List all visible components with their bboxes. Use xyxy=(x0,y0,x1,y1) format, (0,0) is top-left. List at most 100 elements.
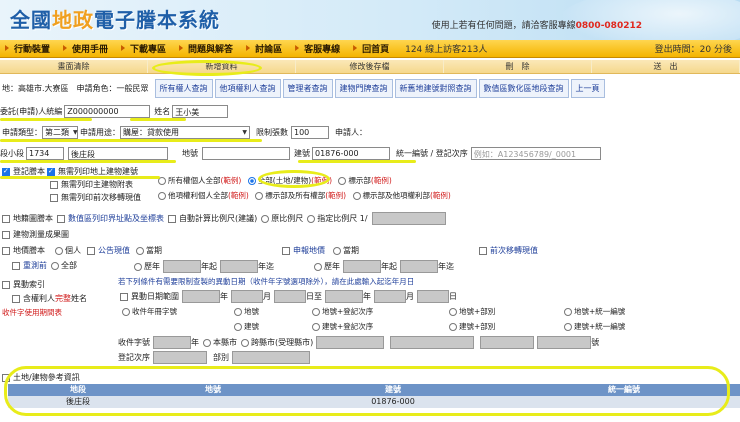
nav-faq[interactable]: 問題與解答 xyxy=(174,42,241,55)
submit-button[interactable]: 送 出 xyxy=(592,60,740,73)
nav-home[interactable]: 回首頁 xyxy=(348,42,397,55)
building-no-input[interactable]: 01876-000 xyxy=(312,147,390,160)
support-phone: 0800-080212 xyxy=(575,21,642,31)
name-input[interactable]: 王小美 xyxy=(172,105,229,118)
no-print-prev-value-checkbox[interactable] xyxy=(50,193,58,202)
nav-support[interactable]: 客服專線 xyxy=(290,42,348,55)
cell-section: 後庄段 xyxy=(66,397,90,406)
recv-word-select[interactable] xyxy=(390,336,475,349)
add-data-button[interactable]: 新增資料 xyxy=(148,60,296,73)
end-year-input[interactable] xyxy=(325,290,363,303)
owner-query-button[interactable]: 所有權人查詢 xyxy=(154,79,213,98)
history-radio[interactable] xyxy=(134,262,142,271)
start-month-input[interactable] xyxy=(231,290,263,303)
agent-id-input[interactable]: Z000000000 xyxy=(64,105,151,118)
nav-manual[interactable]: 使用手冊 xyxy=(58,42,116,55)
no-print-building-checkbox[interactable] xyxy=(47,167,55,176)
recv-num-start-input[interactable] xyxy=(480,336,535,349)
radio-mark-rights[interactable] xyxy=(352,192,361,200)
recv-period-link[interactable]: 收件字使用期間表 xyxy=(2,307,62,318)
history-end-input[interactable] xyxy=(220,260,258,273)
history-start-input[interactable] xyxy=(163,260,201,273)
auto-scale-checkbox[interactable] xyxy=(168,214,176,223)
clear-button[interactable]: 畫面清除 xyxy=(0,60,148,73)
radio-rights-all[interactable] xyxy=(158,192,166,200)
digital-section-query-button[interactable]: 數值區數化區地段查詢 xyxy=(478,79,569,98)
bldg-uid-radio[interactable] xyxy=(564,323,572,331)
radio-all-land-building[interactable] xyxy=(247,177,256,185)
table-row[interactable]: 後庄段 01876-000 xyxy=(8,396,740,408)
custom-scale-input[interactable] xyxy=(371,212,446,225)
lot-uid-radio[interactable] xyxy=(564,308,572,316)
nav-forum[interactable]: 討論區 xyxy=(241,42,290,55)
radio-owner-all[interactable] xyxy=(158,177,166,185)
bldg-part-radio[interactable] xyxy=(449,323,457,331)
delete-button[interactable]: 刪 除 xyxy=(444,60,592,73)
end-month-input[interactable] xyxy=(374,290,406,303)
radio-mark-owner[interactable] xyxy=(255,192,264,200)
transcript-checkbox[interactable] xyxy=(2,167,10,176)
agent-id-label: 委託(申請)人統編 xyxy=(0,107,63,116)
start-year-input[interactable] xyxy=(182,290,220,303)
prev-transfer-checkbox[interactable] xyxy=(479,246,487,255)
current2-radio[interactable] xyxy=(333,246,341,255)
order-input[interactable] xyxy=(153,351,207,364)
current-radio[interactable] xyxy=(136,246,144,255)
declared-price-checkbox[interactable] xyxy=(282,246,290,255)
recv-year-input[interactable] xyxy=(153,336,191,349)
result-table-header: 地段 地號 建號 統一編號 xyxy=(8,384,740,396)
change-index-checkbox[interactable] xyxy=(2,280,10,289)
recv-no-radio[interactable] xyxy=(122,308,130,316)
door-plate-query-button[interactable]: 建物門牌查詢 xyxy=(334,79,393,98)
purpose-select[interactable]: 購屋：貸款使用 ▼ xyxy=(120,126,250,139)
personal-radio[interactable] xyxy=(55,246,63,255)
old-new-lot-query-button[interactable]: 新舊地建號對照查詢 xyxy=(394,79,477,98)
history2-end-input[interactable] xyxy=(400,260,438,273)
nav-download[interactable]: 下載專區 xyxy=(116,42,174,55)
date-range-checkbox[interactable] xyxy=(120,292,128,301)
bldg-radio[interactable] xyxy=(234,323,242,331)
recv-num-end-input[interactable] xyxy=(537,336,592,349)
history2-radio[interactable] xyxy=(314,262,322,271)
section-name-input[interactable]: 後庄段 xyxy=(68,147,168,160)
limit-input[interactable]: 100 xyxy=(291,126,329,139)
nav-mobile[interactable]: 行動裝置 xyxy=(0,42,58,55)
save-edit-button[interactable]: 修改後存檔 xyxy=(296,60,444,73)
end-day-input[interactable] xyxy=(417,290,449,303)
bldg-order-radio[interactable] xyxy=(312,323,320,331)
cadastral-checkbox[interactable] xyxy=(2,214,10,223)
ref-checkbox[interactable] xyxy=(2,373,10,382)
lot-order-radio[interactable] xyxy=(312,308,320,316)
start-day-input[interactable] xyxy=(274,290,306,303)
manager-query-button[interactable]: 管理者查詢 xyxy=(282,79,333,98)
radio-mark-section[interactable] xyxy=(338,177,347,185)
site-logo[interactable]: 全國地政電子謄本系統 xyxy=(10,4,220,33)
original-scale-radio[interactable] xyxy=(261,214,270,223)
price-row-1: 地價謄本 個人 公告現值 當期 申報地價 當期 前次移轉現值 xyxy=(0,245,740,256)
section-code-input[interactable]: 1734 xyxy=(26,147,64,160)
owner-name-checkbox[interactable] xyxy=(12,294,20,303)
public-value-checkbox[interactable] xyxy=(87,246,95,255)
type-select[interactable]: 第二類 ▼ xyxy=(42,126,78,139)
cross-city-radio[interactable] xyxy=(241,338,249,347)
cross-city-select[interactable] xyxy=(316,336,385,349)
uid-input[interactable]: 例如：A123456789/_0001 xyxy=(470,147,601,160)
lot-part-radio[interactable] xyxy=(449,308,457,316)
rights-holder-query-button[interactable]: 他項權利人查詢 xyxy=(214,79,281,98)
no-print-attached-checkbox[interactable] xyxy=(50,180,58,189)
custom-scale-radio[interactable] xyxy=(307,214,316,223)
lot-radio[interactable] xyxy=(234,308,242,316)
history2-start-input[interactable] xyxy=(343,260,381,273)
no-print-attached-label: 無需列印主建物附表 xyxy=(61,180,133,189)
building-map-checkbox[interactable] xyxy=(2,230,10,239)
this-city-radio[interactable] xyxy=(203,338,211,347)
redo-checkbox[interactable] xyxy=(12,261,20,270)
back-button[interactable]: 上一頁 xyxy=(570,79,605,98)
transcript-section: 登記謄本無需列印地上建物建號 無需列印主建物附表 無需列印前次移轉現值 所有權個… xyxy=(0,166,740,204)
all-radio[interactable] xyxy=(51,261,59,270)
lot-input[interactable] xyxy=(202,147,290,160)
part-select[interactable] xyxy=(232,351,310,364)
price-checkbox[interactable] xyxy=(2,246,10,255)
boundary-coords-checkbox[interactable] xyxy=(57,214,65,223)
cell-uid xyxy=(508,396,740,408)
